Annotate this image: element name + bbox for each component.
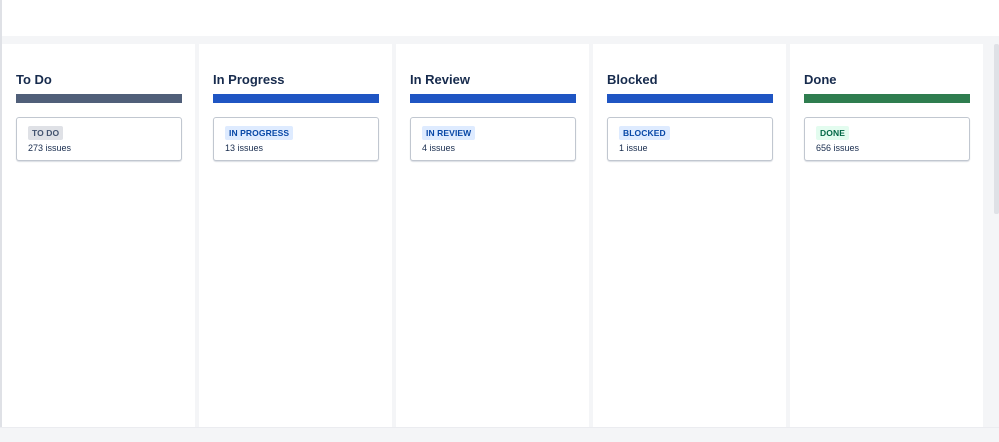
bottom-edge: [0, 427, 999, 442]
column-in-review: In Review IN REVIEW 4 issues: [396, 44, 589, 427]
column-done: Done DONE 656 issues: [790, 44, 983, 427]
column-status-bar: [804, 94, 970, 103]
column-status-bar: [410, 94, 576, 103]
column-title: In Review: [410, 72, 470, 87]
status-lozenge: BLOCKED: [619, 126, 670, 140]
status-summary-card[interactable]: IN PROGRESS 13 issues: [213, 117, 379, 161]
scrollbar-thumb[interactable]: [994, 44, 999, 214]
status-summary-card[interactable]: DONE 656 issues: [804, 117, 970, 161]
column-title: Done: [804, 72, 837, 87]
status-lozenge: TO DO: [28, 126, 64, 140]
issue-count: 273 issues: [28, 143, 72, 153]
column-title: In Progress: [213, 72, 285, 87]
status-summary-card[interactable]: TO DO 273 issues: [16, 117, 182, 161]
issue-count: 1 issue: [619, 143, 648, 153]
column-blocked: Blocked BLOCKED 1 issue: [593, 44, 786, 427]
column-in-progress: In Progress IN PROGRESS 13 issues: [199, 44, 392, 427]
top-toolbar-area: [0, 0, 999, 36]
issue-count: 656 issues: [816, 143, 860, 153]
column-status-bar: [213, 94, 379, 103]
column-status-bar: [16, 94, 182, 103]
issue-count: 4 issues: [422, 143, 456, 153]
status-summary-card[interactable]: BLOCKED 1 issue: [607, 117, 773, 161]
column-title: Blocked: [607, 72, 658, 87]
column-status-bar: [607, 94, 773, 103]
status-summary-card[interactable]: IN REVIEW 4 issues: [410, 117, 576, 161]
issue-count: 13 issues: [225, 143, 264, 153]
column-title: To Do: [16, 72, 52, 87]
status-lozenge: IN REVIEW: [422, 126, 476, 140]
status-lozenge: DONE: [816, 126, 849, 140]
status-lozenge: IN PROGRESS: [225, 126, 294, 140]
column-to-do: To Do TO DO 273 issues: [2, 44, 195, 427]
